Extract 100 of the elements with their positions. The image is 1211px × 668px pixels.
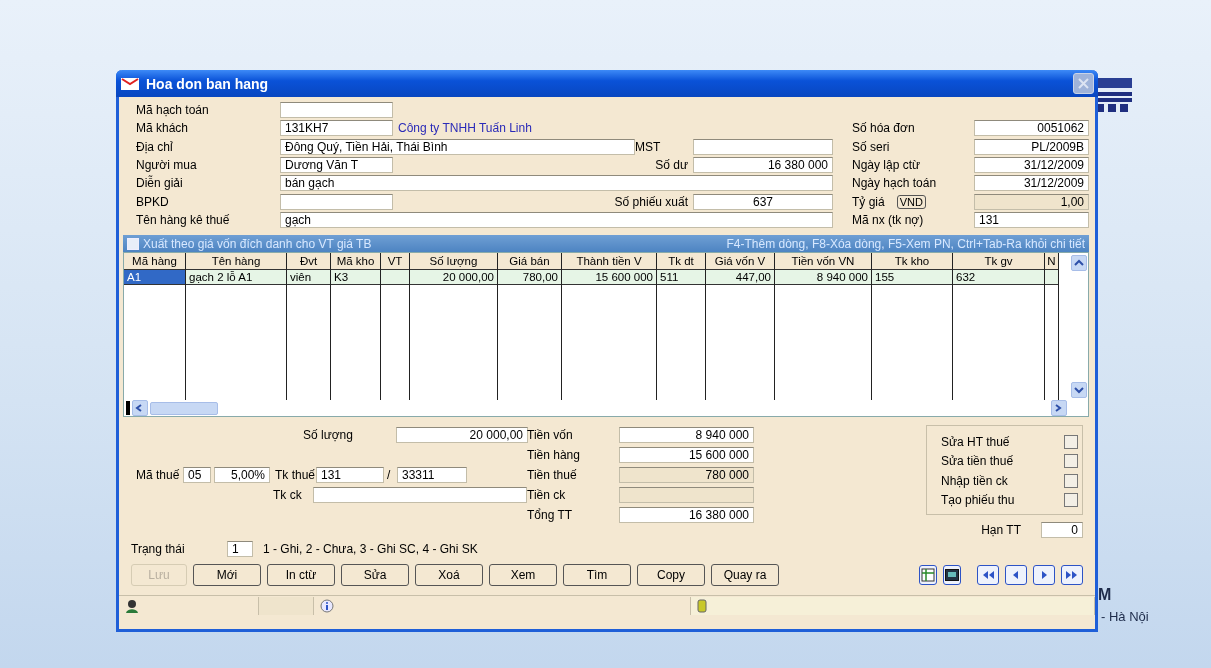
scroll-down-button[interactable] (1071, 382, 1087, 399)
status-legend: 1 - Ghi, 2 - Chưa, 3 - Ghi SC, 4 - Ghi SK (263, 542, 478, 557)
background-text: M (1098, 586, 1112, 604)
table-cell[interactable]: A1 (124, 269, 185, 286)
separator-text: / (387, 468, 392, 483)
column-header: Thành tiền V (562, 253, 656, 270)
table-cell[interactable] (381, 269, 409, 286)
table-cell[interactable]: 8 940 000 (775, 269, 871, 286)
input-field[interactable]: 16 380 000 (619, 507, 754, 524)
input-field[interactable]: 131 (974, 211, 1089, 228)
table-cell[interactable]: K3 (331, 269, 380, 286)
input-field[interactable]: 5,00% (214, 467, 270, 484)
input-field[interactable]: 05 (183, 467, 211, 484)
table-cell[interactable]: 15 600 000 (562, 269, 656, 286)
table-cell[interactable]: 511 (657, 269, 705, 286)
field-label: Mã hạch toán (136, 103, 210, 118)
column-header: Đvt (287, 253, 330, 270)
table-cell[interactable]: 20 000,00 (410, 269, 497, 286)
field-label: Tên hàng kê thuế (136, 212, 231, 227)
field-label: Người mua (136, 158, 198, 173)
column-header: Mã hàng (124, 253, 185, 270)
table-cell[interactable] (1045, 269, 1058, 286)
grid-icon (921, 568, 935, 583)
column-header: Tk dt (657, 253, 705, 270)
field-label: Số hóa đơn (852, 121, 915, 136)
input-field[interactable]: 637 (693, 193, 833, 210)
input-field[interactable]: 31/12/2009 (974, 175, 1089, 192)
checkbox[interactable] (1064, 493, 1078, 508)
input-field[interactable]: 0051062 (974, 120, 1089, 137)
tool-button[interactable] (943, 565, 961, 586)
input-field[interactable]: bán gạch (280, 175, 833, 192)
next-record-button[interactable] (1033, 565, 1055, 586)
info-icon (320, 598, 334, 613)
monitor-icon (945, 569, 959, 582)
column-header: N (1045, 253, 1058, 270)
field-label: Tk ck (273, 488, 303, 503)
toolbar-button[interactable]: Copy (637, 564, 705, 587)
field-label: MST (635, 139, 662, 154)
column-header: Mã kho (331, 253, 380, 270)
app-icon (120, 75, 140, 92)
field-label: Mã thuế (136, 468, 180, 483)
input-field[interactable]: 31/12/2009 (974, 157, 1089, 174)
input-field[interactable]: 0 (1041, 522, 1083, 539)
last-record-button[interactable] (1061, 565, 1083, 586)
toolbar-button[interactable]: Quay ra (711, 564, 779, 587)
table-cell[interactable]: gạch 2 lỗ A1 (186, 269, 286, 286)
column-header: Giá vốn V (706, 253, 774, 270)
input-field[interactable]: PL/2009B (974, 138, 1089, 155)
input-field[interactable] (280, 102, 393, 119)
column-header: Tk gv (953, 253, 1044, 270)
toolbar-button[interactable]: Xoá (415, 564, 483, 587)
scroll-up-button[interactable] (1071, 255, 1087, 272)
toolbar-button[interactable]: Sửa (341, 564, 409, 587)
toolbar-button[interactable]: In ctừ (267, 564, 335, 587)
window-title: Hoa don ban hang (146, 75, 270, 92)
scroll-left-button[interactable] (132, 400, 148, 417)
scrollbar-thumb[interactable] (150, 401, 218, 415)
prev-record-button[interactable] (1005, 565, 1027, 586)
right-triangle-icon (1065, 571, 1079, 580)
checkbox[interactable] (1064, 454, 1078, 469)
toolbar-button[interactable]: Mới (193, 564, 261, 587)
input-field[interactable]: 131 (316, 467, 384, 484)
input-field[interactable]: 15 600 000 (619, 447, 754, 464)
toolbar-button[interactable]: Tìm (563, 564, 631, 587)
input-field[interactable] (313, 487, 527, 504)
field-label: Tiền ck (527, 488, 567, 503)
checkbox-label: Sửa HT thuế (941, 434, 1010, 449)
tool-button[interactable] (919, 565, 937, 586)
table-cell[interactable]: 447,00 (706, 269, 774, 286)
input-field[interactable]: Đông Quý, Tiền Hải, Thái Bình (280, 138, 635, 155)
scroll-right-button[interactable] (1051, 400, 1067, 417)
table-cell[interactable]: viên (287, 269, 330, 286)
table-cell[interactable]: 155 (872, 269, 952, 286)
input-field[interactable]: Dương Văn T (280, 157, 393, 174)
toolbar-button[interactable]: Xem (489, 564, 557, 587)
input-field[interactable]: 33311 (397, 467, 467, 484)
column-header: Tên hàng (186, 253, 286, 270)
field-label: Mã khách (136, 121, 190, 136)
input-field[interactable]: 1 (227, 541, 253, 558)
table-cell[interactable]: 780,00 (498, 269, 561, 286)
input-field[interactable] (280, 193, 393, 210)
input-field[interactable]: 8 940 000 (619, 427, 754, 444)
database-icon (697, 598, 707, 613)
checkbox[interactable] (1064, 434, 1078, 449)
checkbox-label: Sửa tiền thuế (941, 454, 1014, 469)
field-label: Tổng TT (527, 508, 574, 523)
left-triangle-icon (981, 571, 995, 580)
column-header: Tk kho (872, 253, 952, 270)
checkbox[interactable] (1064, 473, 1078, 488)
first-record-button[interactable] (977, 565, 999, 586)
input-field[interactable]: gạch (280, 211, 833, 228)
input-field[interactable]: 20 000,00 (396, 427, 528, 444)
field-label: Số phiếu xuất (613, 194, 689, 209)
input-field[interactable]: 16 380 000 (693, 157, 833, 174)
column-header: Số lượng (410, 253, 497, 270)
customer-name: Công ty TNHH Tuấn Linh (397, 121, 533, 136)
input-field[interactable] (693, 138, 833, 155)
table-cell[interactable]: 632 (953, 269, 1044, 286)
input-field[interactable]: 131KH7 (280, 120, 393, 137)
field-label: Hạn TT (981, 523, 1021, 538)
